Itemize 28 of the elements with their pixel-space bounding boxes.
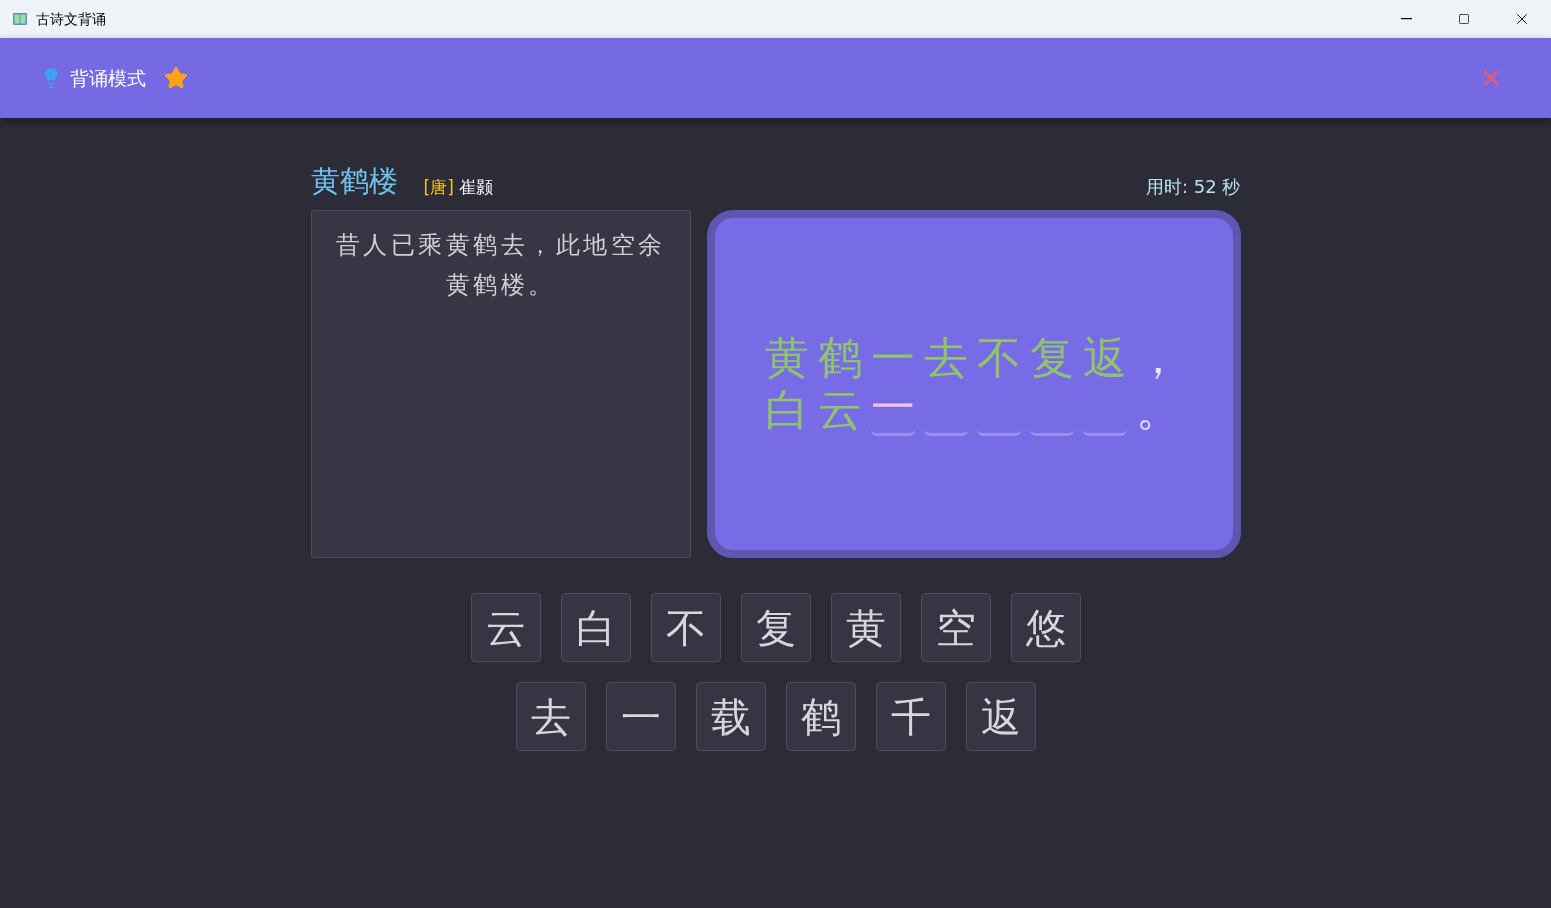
mode-title: 背诵模式 <box>70 65 146 91</box>
character-tile[interactable]: 鹤 <box>785 682 856 751</box>
maximize-icon <box>1458 13 1470 25</box>
poem-line-text: 黄鹤一去不复返 <box>765 332 1137 384</box>
star-icon[interactable] <box>164 66 188 90</box>
dynasty: [唐] <box>423 179 454 196</box>
character-tile[interactable]: 复 <box>740 593 811 662</box>
character-tile[interactable]: 黄 <box>830 593 901 662</box>
poem-title: 黄鹤楼 <box>310 167 398 196</box>
character-tile[interactable]: 白 <box>560 593 631 662</box>
minimize-icon <box>1400 18 1412 20</box>
character-tile[interactable]: 悠 <box>1010 593 1081 662</box>
book-icon <box>12 12 28 26</box>
character-tile[interactable]: 空 <box>920 593 991 662</box>
window-title: 古诗文背诵 <box>36 9 106 29</box>
punctuation: ， <box>1136 332 1181 384</box>
author: 崔颢 <box>458 179 493 196</box>
character-tile[interactable]: 去 <box>515 682 586 751</box>
poem-line-text: 白云 <box>765 384 872 436</box>
character-tile[interactable]: 云 <box>470 593 541 662</box>
character-tile[interactable]: 千 <box>875 682 946 751</box>
timer: 用时: 52 秒 <box>1146 178 1241 196</box>
character-tile[interactable]: 一 <box>605 682 676 751</box>
previous-line: 昔人已乘黄鹤去，此地空余黄鹤楼。 <box>334 230 667 301</box>
character-tile[interactable]: 不 <box>650 593 721 662</box>
character-tile[interactable]: 返 <box>965 682 1036 751</box>
character-tile[interactable]: 载 <box>695 682 766 751</box>
punctuation: 。 <box>1136 384 1181 436</box>
